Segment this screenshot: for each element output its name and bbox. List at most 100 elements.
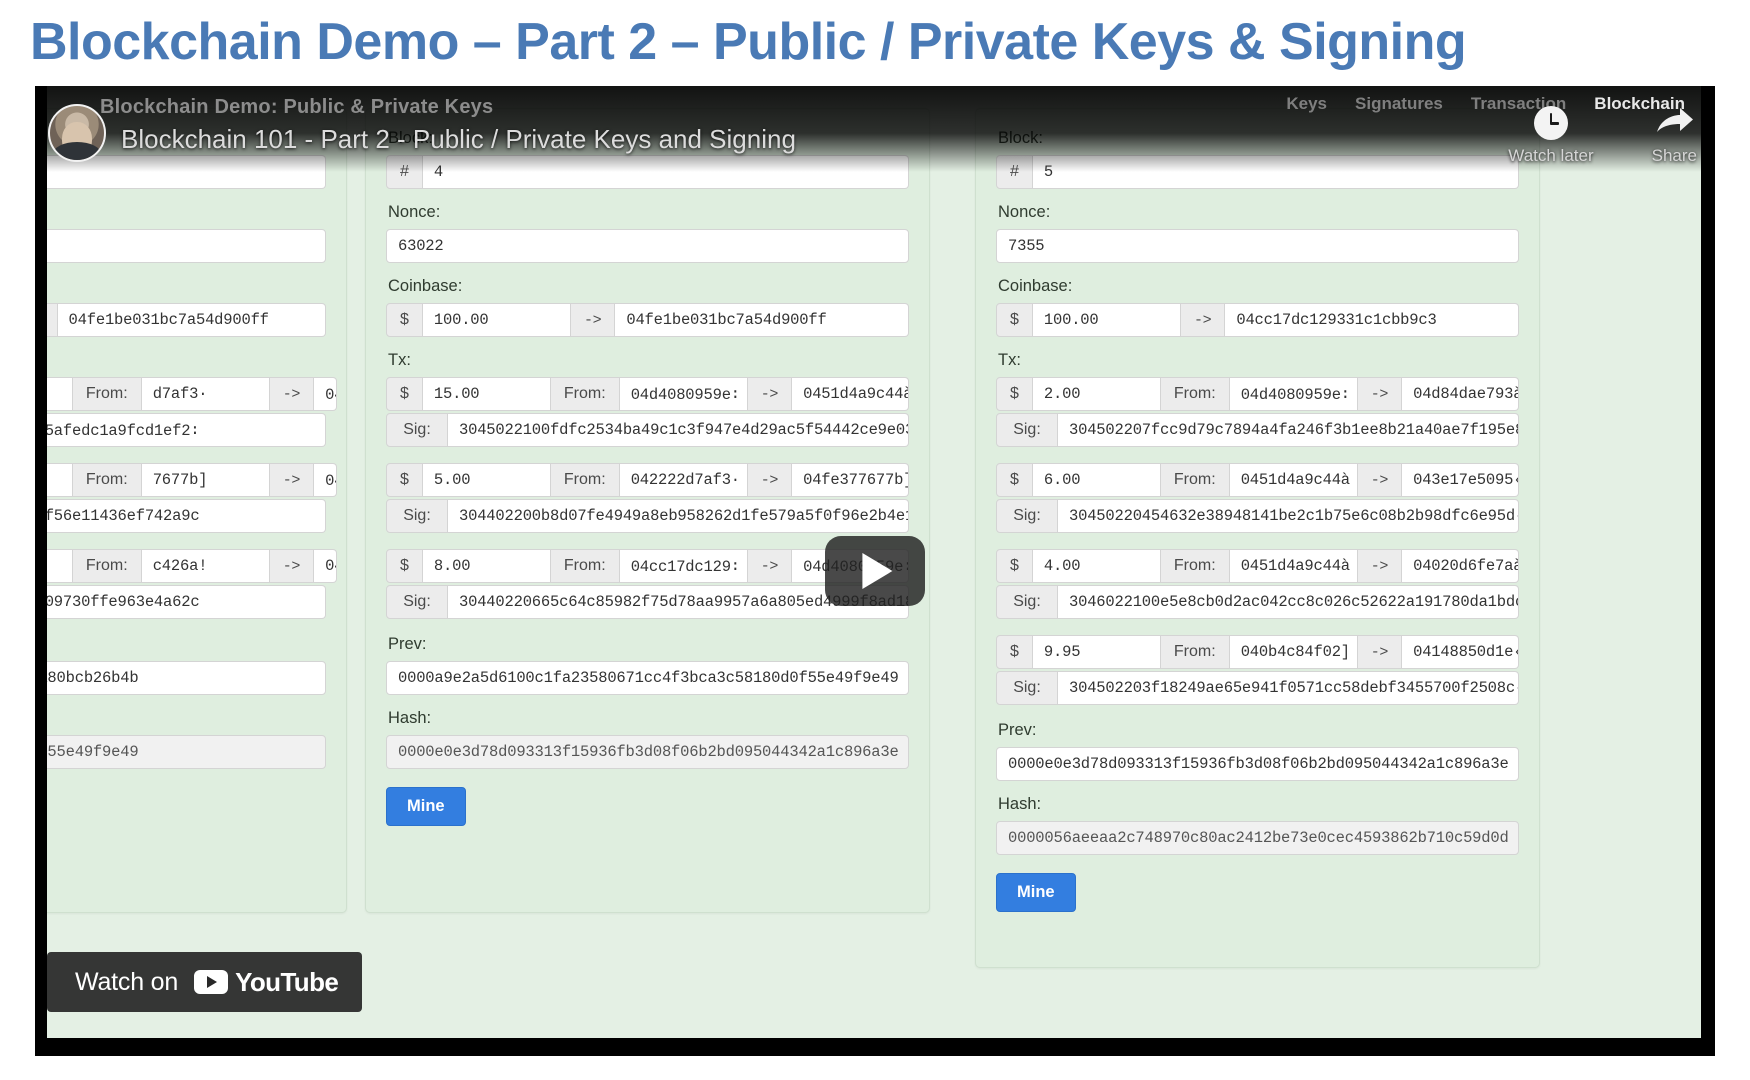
tx-row[interactable]: $ 9.95 From: 040b4c84f02] -> 04148850d1e… [996, 635, 1519, 669]
nonce-label: Nonce: [35, 203, 326, 222]
tx-sig-input[interactable]: 3046022100e5e8cb0d2ac042cc8c026c52622a19… [1058, 585, 1519, 619]
tx-group: $ 6.00 From: 0451d4a9c44à -> 043e17e5095… [996, 463, 1519, 533]
prev-row[interactable]: 34d2138b5bf5fa80bcb26b4b [35, 661, 326, 695]
tx-to-input[interactable]: 04d4080959e∶ [314, 463, 338, 497]
prev-hash-input[interactable]: 0000e0e3d78d093313f15936fb3d08f06b2bd095… [996, 747, 1519, 781]
nonce-row[interactable]: 63022 [386, 229, 909, 263]
coinbase-row[interactable]: $ 100.00 -> 04cc17dc129331c1cbb9c3 [996, 303, 1519, 337]
coinbase-amount-input[interactable]: 100.00 [1032, 303, 1181, 337]
tx-to-input[interactable]: 04fe377677b] [792, 463, 909, 497]
tx-sig-input[interactable]: b600204f56e11436ef742a9c [35, 499, 326, 533]
tx-to-input[interactable]: 043e17e5095‹ [1402, 463, 1519, 497]
nonce-input[interactable]: 7355 [996, 229, 1519, 263]
tx-amount-input[interactable]: 6.00 [1032, 463, 1161, 497]
tx-row[interactable]: $ From: d7af3· -> 04d4080959e∶ [35, 377, 338, 411]
share-action[interactable]: Share [1652, 106, 1697, 166]
coinbase-to-input[interactable]: 04cc17dc129331c1cbb9c3 [1225, 303, 1519, 337]
tx-sig-row[interactable]: Sig: 3046022100e5e8cb0d2ac042cc8c026c526… [996, 585, 1519, 619]
tx-row[interactable]: $ 4.00 From: 0451d4a9c44à -> 04020d6fe7a… [996, 549, 1519, 583]
tx-to-input[interactable]: 04d4080959e∶ [314, 377, 338, 411]
tx-group: $ 9.95 From: 040b4c84f02] -> 04148850d1e… [996, 635, 1519, 705]
prev-row[interactable]: 0000e0e3d78d093313f15936fb3d08f06b2bd095… [996, 747, 1519, 781]
tx-from-input[interactable]: 040b4c84f02] [1229, 635, 1358, 669]
play-button[interactable] [825, 536, 925, 606]
watch-on-youtube-button[interactable]: Watch on YouTube [47, 952, 363, 1012]
tx-from-input[interactable]: 04d4080959e∶ [619, 377, 748, 411]
tx-sig-input[interactable]: 2f0b0e009730ffe963e4a62c [35, 585, 326, 619]
tx-row[interactable]: $ 5.00 From: 042222d7af3· -> 04fe377677b… [386, 463, 909, 497]
tx-sig-row[interactable]: Sig: 30450220454632e38948141be2c1b75e6c0… [996, 499, 1519, 533]
tx-amount-input[interactable]: 9.95 [1032, 635, 1161, 669]
tx-sig-row[interactable]: Sig: 2f0b0e009730ffe963e4a62c [35, 585, 326, 619]
tx-sig-input[interactable]: 4d61a955afedc1a9fcd1ef2∶ [35, 413, 326, 447]
nonce-row[interactable] [35, 229, 326, 263]
tx-sig-row[interactable]: Sig: b600204f56e11436ef742a9c [35, 499, 326, 533]
tx-to-input[interactable]: 04148850d1e‹ [1402, 635, 1519, 669]
mine-button[interactable]: Mine [386, 787, 466, 826]
tx-from-input[interactable]: c426a! [141, 549, 270, 583]
tx-amount-input[interactable]: 4.00 [1032, 549, 1161, 583]
prev-row[interactable]: 0000a9e2a5d6100c1fa23580671cc4f3bca3c581… [386, 661, 909, 695]
tx-amount-input[interactable]: 5.00 [422, 463, 551, 497]
tx-from-input[interactable]: 04cc17dc129∶ [619, 549, 748, 583]
tx-group: $ 4.00 From: 0451d4a9c44à -> 04020d6fe7a… [996, 549, 1519, 619]
dollar-addon: $ [996, 377, 1033, 411]
tx-amount-input[interactable]: 2.00 [1032, 377, 1161, 411]
tx-from-input[interactable]: 04d4080959e∶ [1229, 377, 1358, 411]
tx-group: $ 2.00 From: 04d4080959e∶ -> 04d84dae793… [996, 377, 1519, 447]
tx-sig-input[interactable]: 304502203f18249ae65e941f0571cc58debf3455… [1058, 671, 1519, 705]
tx-sig-row[interactable]: Sig: 4d61a955afedc1a9fcd1ef2∶ [35, 413, 326, 447]
coinbase-row[interactable]: $ 100.00 -> 04fe1be031bc7a54d900ff [386, 303, 909, 337]
video-title[interactable]: Blockchain 101 - Part 2 - Public / Priva… [121, 124, 796, 155]
tx-sig-row[interactable]: Sig: 304402200b8d07fe4949a8eb958262d1fe5… [386, 499, 909, 533]
coinbase-amount-input[interactable]: 100.00 [422, 303, 571, 337]
tx-to-input[interactable]: 04d84dae793à [1402, 377, 1519, 411]
tx-sig-input[interactable]: 3045022100fdfc2534ba49c1c3f947e4d29ac5f5… [448, 413, 909, 447]
from-label: From: [550, 463, 620, 497]
watch-later-action[interactable]: Watch later [1508, 106, 1594, 166]
tx-row[interactable]: $ 2.00 From: 04d4080959e∶ -> 04d84dae793… [996, 377, 1519, 411]
nonce-input[interactable]: 63022 [386, 229, 909, 263]
share-arrow-icon[interactable] [1653, 106, 1695, 140]
tx-to-input[interactable]: 0451d4a9c44à [792, 377, 909, 411]
tx-sig-row[interactable]: Sig: 304502203f18249ae65e941f0571cc58deb… [996, 671, 1519, 705]
prev-hash-input[interactable]: 34d2138b5bf5fa80bcb26b4b [35, 661, 326, 695]
tx-from-input[interactable]: 042222d7af3· [619, 463, 748, 497]
nav-item-signatures[interactable]: Signatures [1355, 94, 1443, 114]
dollar-addon: $ [996, 463, 1033, 497]
tx-sig-row[interactable]: Sig: 3045022100fdfc2534ba49c1c3f947e4d29… [386, 413, 909, 447]
coinbase-to-input[interactable]: 04fe1be031bc7a54d900ff [615, 303, 909, 337]
tx-to-input[interactable]: 04020d6fe7aà [1402, 549, 1519, 583]
tx-sig-input[interactable]: 30450220454632e38948141be2c1b75e6c08b2b9… [1058, 499, 1519, 533]
tx-amount-input[interactable]: 15.00 [422, 377, 551, 411]
block-number-input[interactable]: 4 [422, 155, 909, 189]
nonce-row[interactable]: 7355 [996, 229, 1519, 263]
prev-hash-input[interactable]: 0000a9e2a5d6100c1fa23580671cc4f3bca3c581… [386, 661, 909, 695]
tx-sig-row[interactable]: Sig: 304502207fcc9d79c7894a4fa246f3b1ee8… [996, 413, 1519, 447]
coinbase-to-input[interactable]: 04fe1be031bc7a54d900ff [57, 303, 327, 337]
block-number-input[interactable]: 5 [1032, 155, 1519, 189]
tx-amount-input[interactable]: 8.00 [422, 549, 551, 583]
tx-to-input[interactable]: 040b4c84f02] [314, 549, 338, 583]
coinbase-row[interactable]: $ -> 04fe1be031bc7a54d900ff [35, 303, 327, 337]
tx-row[interactable]: $ 6.00 From: 0451d4a9c44à -> 043e17e5095… [996, 463, 1519, 497]
arrow-icon: -> [1357, 377, 1403, 411]
nav-item-keys[interactable]: Keys [1286, 94, 1327, 114]
tx-from-input[interactable]: 0451d4a9c44à [1229, 463, 1358, 497]
tx-sig-input[interactable]: 304502207fcc9d79c7894a4fa246f3b1ee8b21a4… [1058, 413, 1519, 447]
tx-from-input[interactable]: 7677b] [141, 463, 270, 497]
nonce-input[interactable] [35, 229, 326, 263]
clock-icon[interactable] [1533, 106, 1568, 140]
tx-row[interactable]: $ From: 7677b] -> 04d4080959e∶ [35, 463, 338, 497]
block-number-row[interactable]: # 5 [996, 155, 1519, 189]
tx-from-input[interactable]: 0451d4a9c44à [1229, 549, 1358, 583]
block-number-row[interactable]: # 4 [386, 155, 909, 189]
channel-avatar[interactable] [48, 104, 106, 162]
youtube-wordmark: YouTube [235, 966, 339, 997]
mine-button[interactable]: Mine [996, 873, 1076, 912]
tx-row[interactable]: $ 15.00 From: 04d4080959e∶ -> 0451d4a9c4… [386, 377, 909, 411]
tx-row[interactable]: $ From: c426a! -> 040b4c84f02] [35, 549, 338, 583]
tx-from-input[interactable]: d7af3· [141, 377, 270, 411]
video-player-embed[interactable]: Block: # Nonce: Coinbase: $ -> 04fe1be03… [35, 86, 1715, 1056]
tx-sig-input[interactable]: 304402200b8d07fe4949a8eb958262d1fe579a5f… [448, 499, 909, 533]
